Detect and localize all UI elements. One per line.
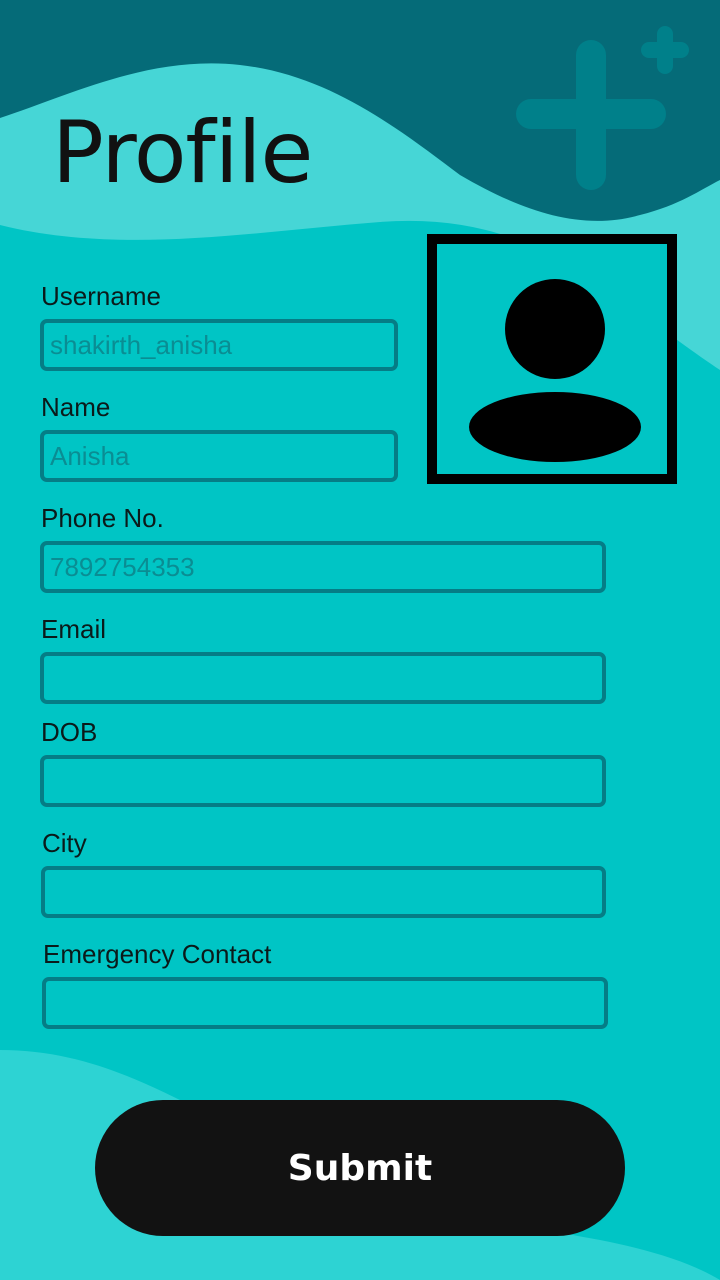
phone-label: Phone No. [41,503,164,533]
dob-label: DOB [41,717,98,747]
profile-photo-frame[interactable] [427,234,677,484]
emergency-contact-input[interactable] [42,977,608,1029]
city-input[interactable] [41,866,606,918]
name-label: Name [41,392,111,422]
city-label: City [42,828,87,858]
username-input[interactable] [40,319,398,371]
submit-button[interactable]: Submit [95,1100,625,1236]
page-title: Profile [52,103,313,203]
phone-input[interactable] [40,541,606,593]
dob-input[interactable] [40,755,606,807]
user-avatar-icon [469,279,641,462]
profile-screen: Profile Username Name Phone No. Email DO… [0,0,720,1280]
email-label: Email [41,614,107,644]
name-input[interactable] [40,430,398,482]
emergency-contact-label: Emergency Contact [43,939,272,969]
username-label: Username [41,281,161,311]
email-input[interactable] [40,652,606,704]
